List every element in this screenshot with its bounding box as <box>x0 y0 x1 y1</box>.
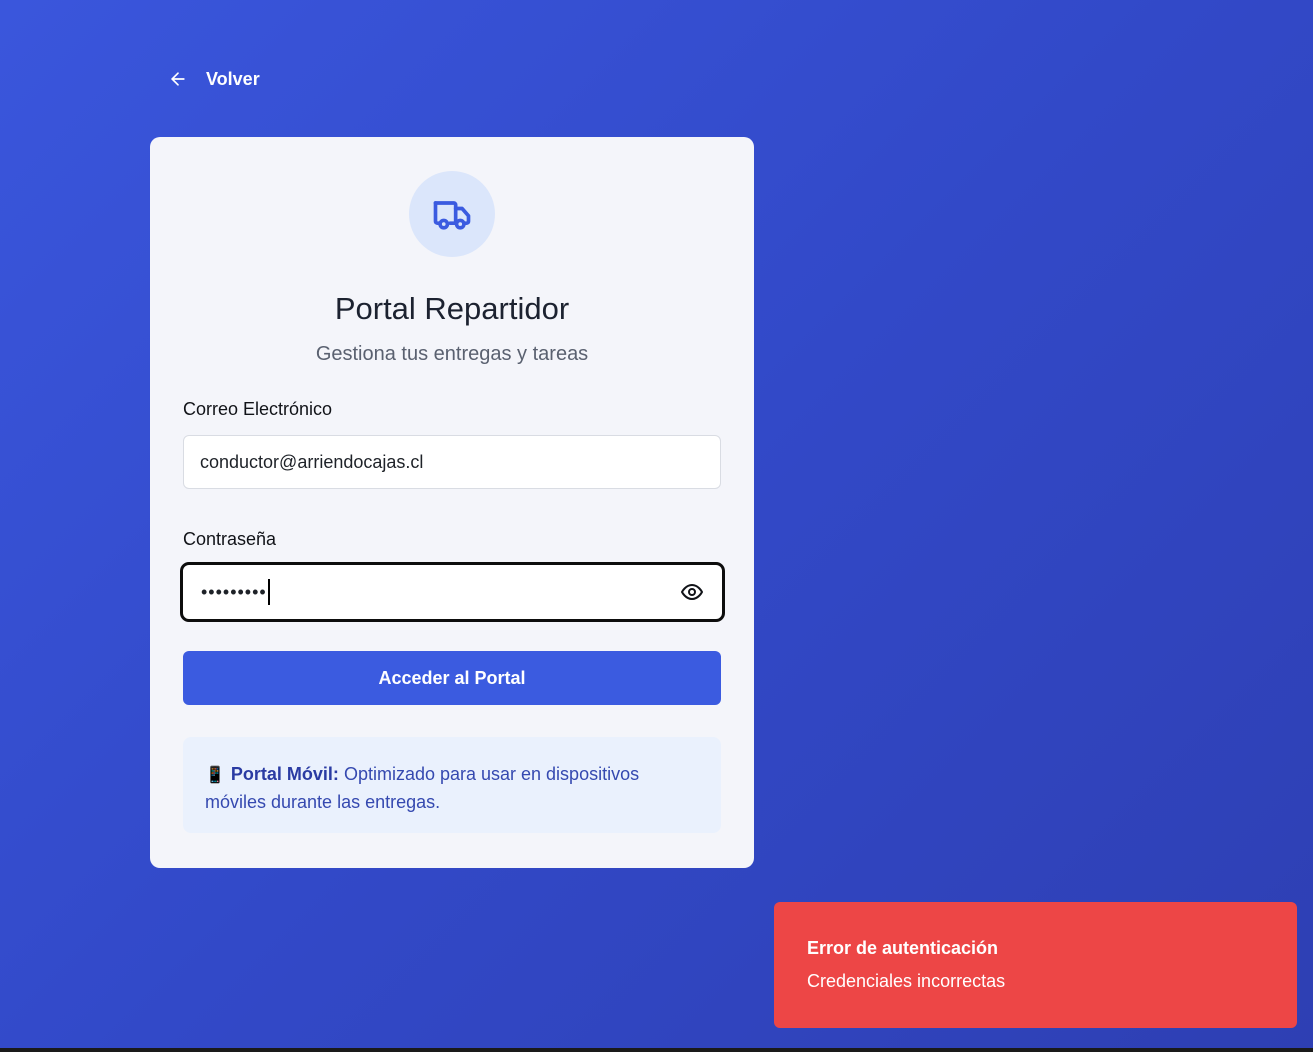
bottom-edge <box>0 1048 1313 1052</box>
text-cursor <box>267 579 270 605</box>
back-link[interactable]: Volver <box>168 64 260 94</box>
password-field[interactable]: ••••••••• <box>180 562 725 622</box>
email-value: conductor@arriendocajas.cl <box>200 451 424 472</box>
password-label: Contraseña <box>183 529 277 549</box>
login-card: Portal Repartidor Gestiona tus entregas … <box>150 137 754 868</box>
logo-badge <box>409 171 495 257</box>
eye-icon[interactable] <box>680 580 704 604</box>
truck-icon <box>433 201 471 230</box>
page-subtitle: Gestiona tus entregas y tareas <box>315 343 589 365</box>
info-box: 📱 Portal Móvil: Optimizado para usar en d… <box>183 737 721 833</box>
password-mask: ••••••••• <box>201 581 267 602</box>
email-field[interactable]: conductor@arriendocajas.cl <box>183 435 721 489</box>
email-label: Correo Electrónico <box>183 399 333 419</box>
mobile-phone-icon: 📱 <box>205 767 225 784</box>
toast-title: Error de autenticación <box>807 938 999 958</box>
info-title: Portal Móvil: <box>230 764 339 784</box>
password-value: ••••••••• <box>201 579 270 605</box>
toast-message: Credenciales incorrectas <box>807 971 1006 991</box>
submit-button[interactable]: Acceder al Portal <box>183 651 721 705</box>
page-title: Portal Repartidor <box>334 291 570 326</box>
back-label: Volver <box>206 68 260 89</box>
error-toast[interactable]: Error de autenticación Credenciales inco… <box>774 902 1297 1028</box>
arrow-left-icon <box>171 72 185 86</box>
